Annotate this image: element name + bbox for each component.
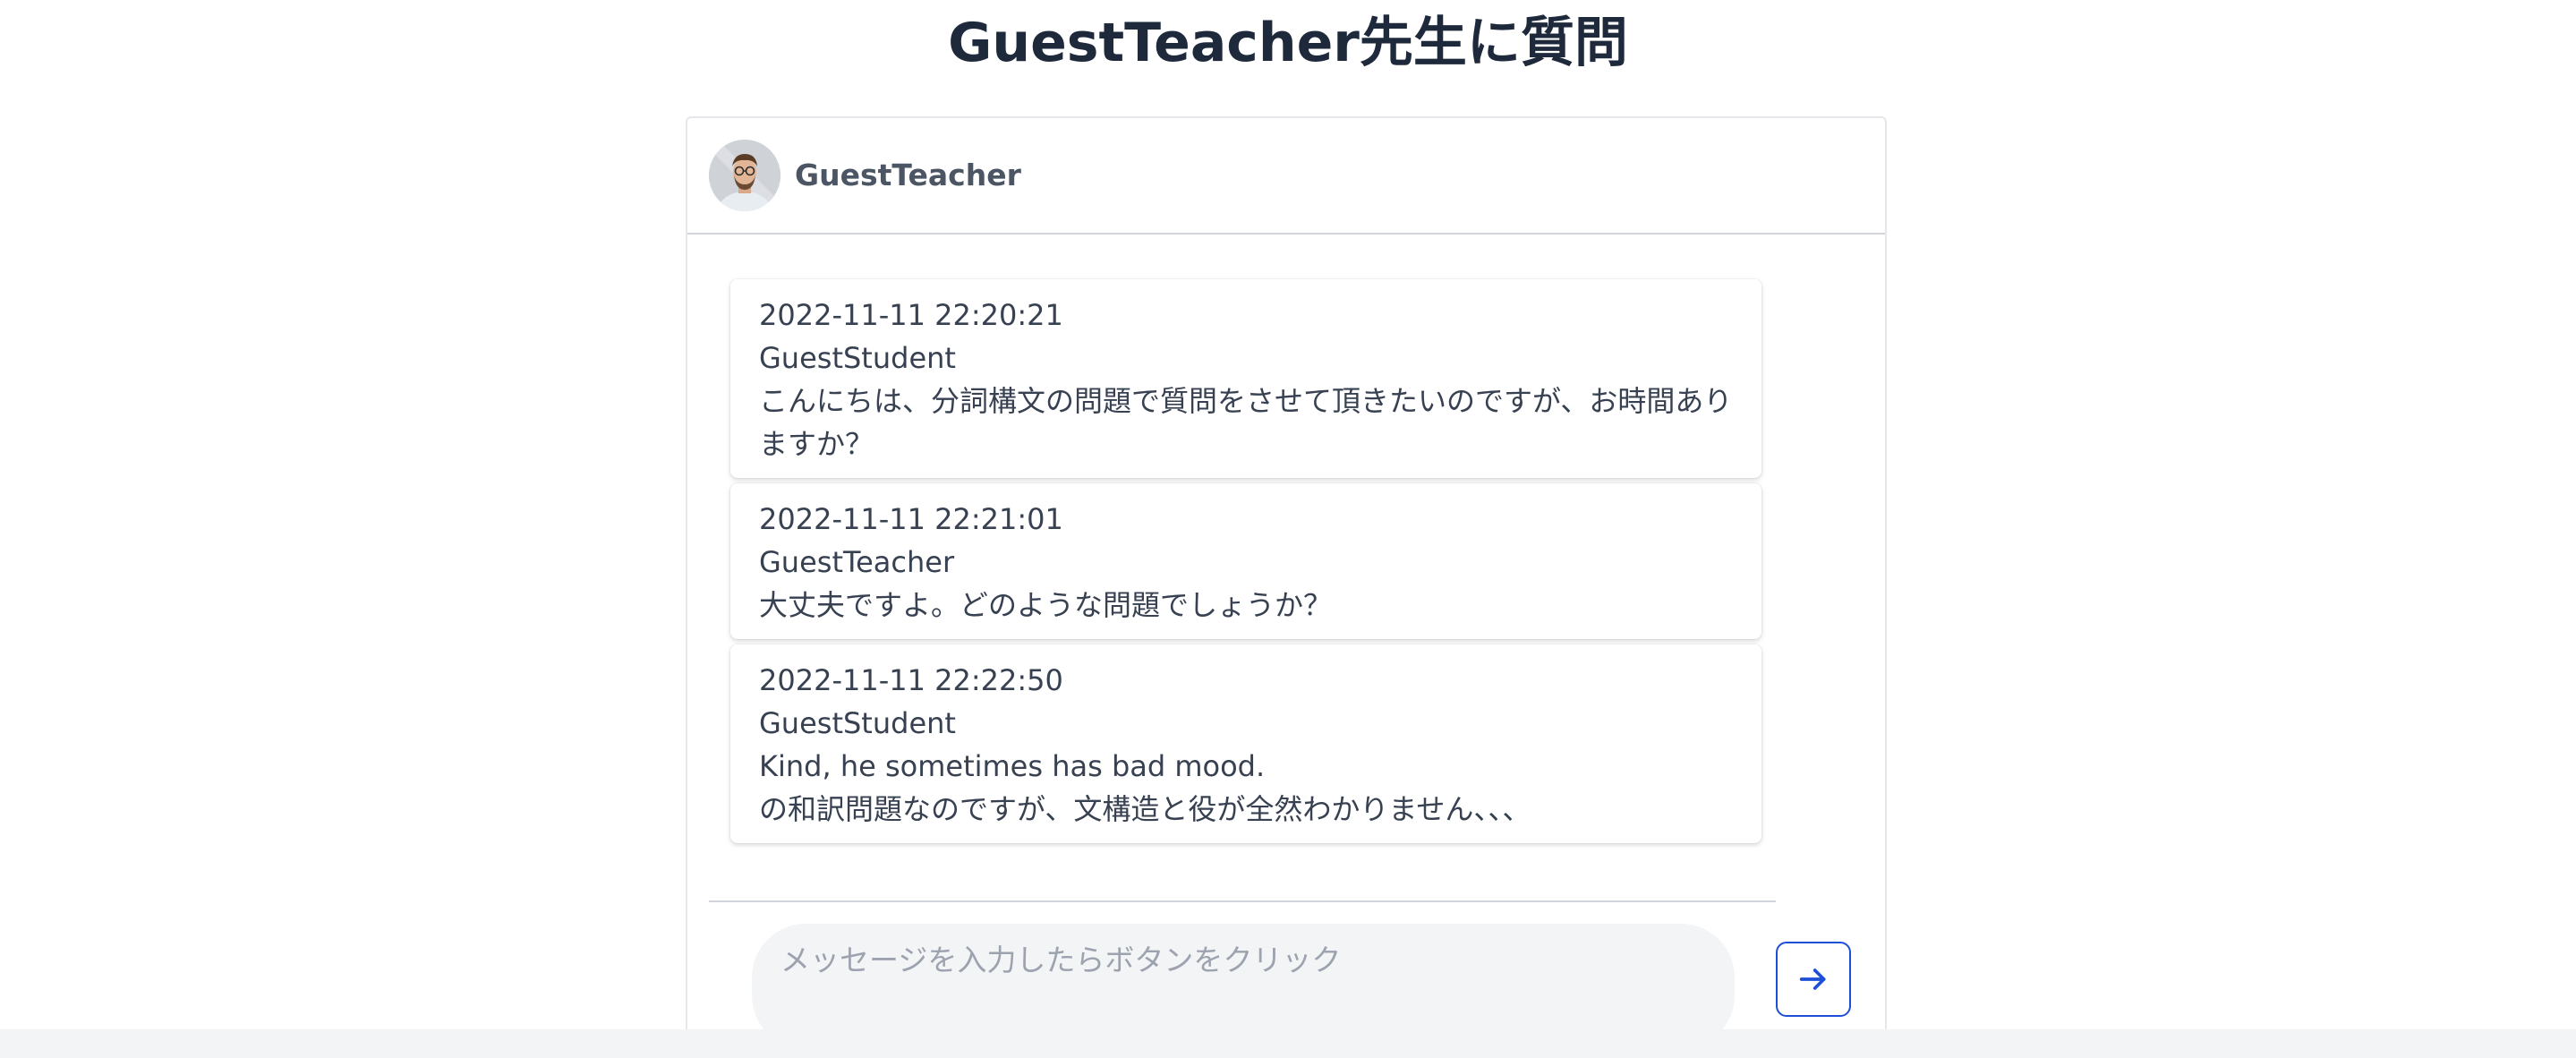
message-item: 2022-11-11 22:20:21 GuestStudent こんにちは、分… [730,279,1761,478]
chat-header: GuestTeacher [687,118,1885,235]
message-timestamp: 2022-11-11 22:22:50 [759,663,1063,697]
message-text: の和訳問題なのですが、文構造と役が全然わかりません、、、 [759,792,1531,826]
person-avatar-icon [709,140,780,211]
arrow-right-icon [1799,968,1826,990]
page: GuestTeacher先生に質問 GuestTeacher 2022-11-1… [0,0,2576,1058]
message-list: 2022-11-11 22:20:21 GuestStudent こんにちは、分… [730,279,1761,849]
page-title: GuestTeacher先生に質問 [948,12,1628,74]
bottom-bar [0,1029,2576,1058]
message-item: 2022-11-11 22:21:01 GuestTeacher 大丈夫ですよ。… [730,483,1761,639]
chat-card: GuestTeacher 2022-11-11 22:20:21 GuestSt… [686,116,1887,1058]
send-button[interactable] [1776,942,1851,1017]
message-text: Kind, he sometimes has bad mood. [759,749,1266,783]
message-timestamp: 2022-11-11 22:20:21 [759,298,1063,332]
message-text: こんにちは、分詞構文の問題で質問をさせて頂きたいのですが、お時間ありますか？ [759,384,1733,461]
message-sender: GuestStudent [759,706,956,740]
teacher-name: GuestTeacher [795,158,1021,192]
message-sender: GuestTeacher [759,545,955,579]
message-sender: GuestStudent [759,341,956,375]
composer-divider [709,900,1776,902]
message-timestamp: 2022-11-11 22:21:01 [759,502,1063,536]
avatar [709,140,780,211]
message-item: 2022-11-11 22:22:50 GuestStudent Kind, h… [730,644,1761,843]
message-text: 大丈夫ですよ。どのような問題でしょうか？ [759,588,1333,622]
